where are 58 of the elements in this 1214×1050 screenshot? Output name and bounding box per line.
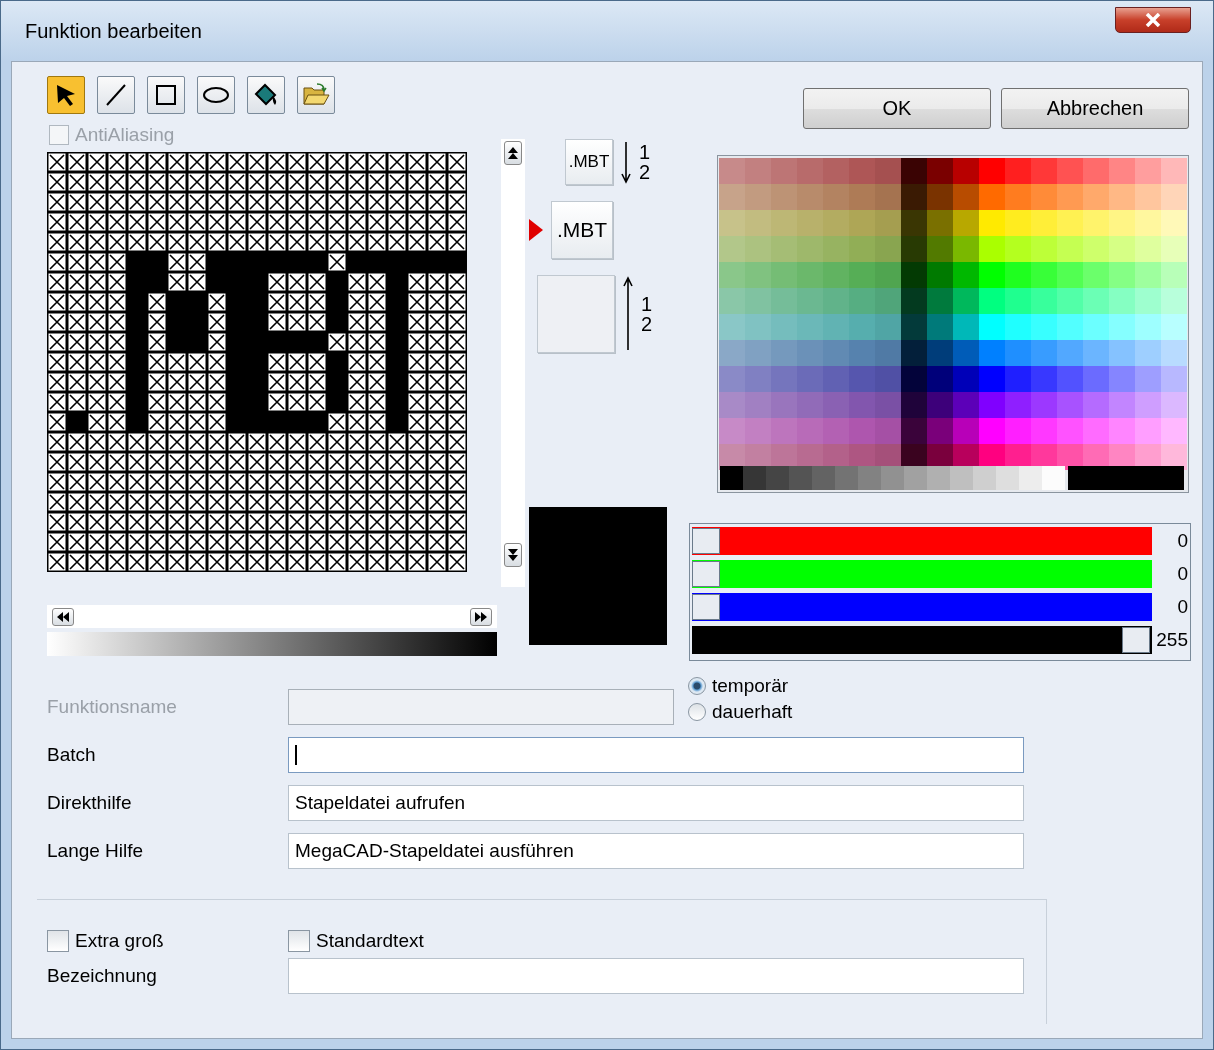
scroll-right-icon[interactable] — [470, 607, 492, 626]
field-label: Funktionsname — [47, 696, 178, 718]
scroll-down-icon[interactable] — [504, 543, 522, 567]
slider-thumb[interactable] — [692, 561, 720, 587]
input-field[interactable] — [288, 737, 1024, 773]
field-label: Batch — [47, 744, 97, 766]
color-slider[interactable] — [692, 527, 1152, 555]
radio-button[interactable] — [688, 703, 706, 721]
slider-value: 0 — [1176, 596, 1188, 618]
slider-thumb[interactable] — [1122, 627, 1150, 653]
slider-thumb[interactable] — [692, 594, 720, 620]
order-number: 1 — [641, 294, 653, 314]
preview-button[interactable]: .MBT — [565, 139, 613, 185]
vertical-scrollbar[interactable] — [501, 139, 525, 587]
paint-bucket-icon — [253, 82, 279, 108]
input-field[interactable]: Stapeldatei aufrufen — [288, 785, 1024, 821]
slider-value: 255 — [1155, 629, 1188, 651]
checkbox[interactable] — [288, 930, 310, 952]
tool-button[interactable] — [147, 76, 185, 114]
order-number: 2 — [639, 162, 651, 182]
tool-button[interactable] — [247, 76, 285, 114]
input-field[interactable]: MegaCAD-Stapeldatei ausführen — [288, 833, 1024, 869]
preview-button[interactable]: .MBT — [551, 201, 613, 259]
checkbox-label: Standardtext — [316, 930, 424, 952]
rectangle-icon — [153, 82, 179, 108]
cancel-button[interactable]: Abbrechen — [1001, 88, 1189, 129]
line-icon — [103, 82, 129, 108]
slider-value: 0 — [1176, 563, 1188, 585]
down-arrow-icon — [621, 140, 631, 184]
radio-label: temporär — [712, 675, 789, 697]
slider-value: 0 — [1176, 530, 1188, 552]
window-title: Funktion bearbeiten — [25, 19, 202, 43]
tool-button[interactable] — [47, 76, 85, 114]
checkbox-label: AntiAliasing — [75, 124, 175, 146]
close-button[interactable] — [1115, 7, 1191, 33]
checkbox-label: Extra groß — [75, 930, 164, 952]
tool-button[interactable] — [97, 76, 135, 114]
ok-button[interactable]: OK — [803, 88, 991, 129]
up-arrow-icon — [623, 276, 633, 352]
scroll-left-icon[interactable] — [52, 607, 74, 626]
folder-icon — [302, 82, 330, 108]
field-label: Lange Hilfe — [47, 840, 145, 862]
color-slider[interactable] — [692, 593, 1152, 621]
order-number: 2 — [641, 314, 653, 334]
tool-button[interactable] — [197, 76, 235, 114]
radio-button[interactable] — [688, 677, 706, 695]
close-icon — [1145, 13, 1161, 27]
scroll-up-icon[interactable] — [504, 141, 522, 165]
color-slider[interactable] — [692, 626, 1152, 654]
field-label: Direkthilfe — [47, 792, 133, 814]
slider-thumb[interactable] — [692, 528, 720, 554]
horizontal-scrollbar[interactable] — [47, 605, 497, 628]
input-field[interactable] — [288, 958, 1024, 994]
radio-label: dauerhaft — [712, 701, 793, 723]
order-number: 1 — [639, 142, 651, 162]
color-slider[interactable] — [692, 560, 1152, 588]
checkbox[interactable] — [47, 930, 69, 952]
field-label: Bezeichnung — [47, 965, 158, 987]
